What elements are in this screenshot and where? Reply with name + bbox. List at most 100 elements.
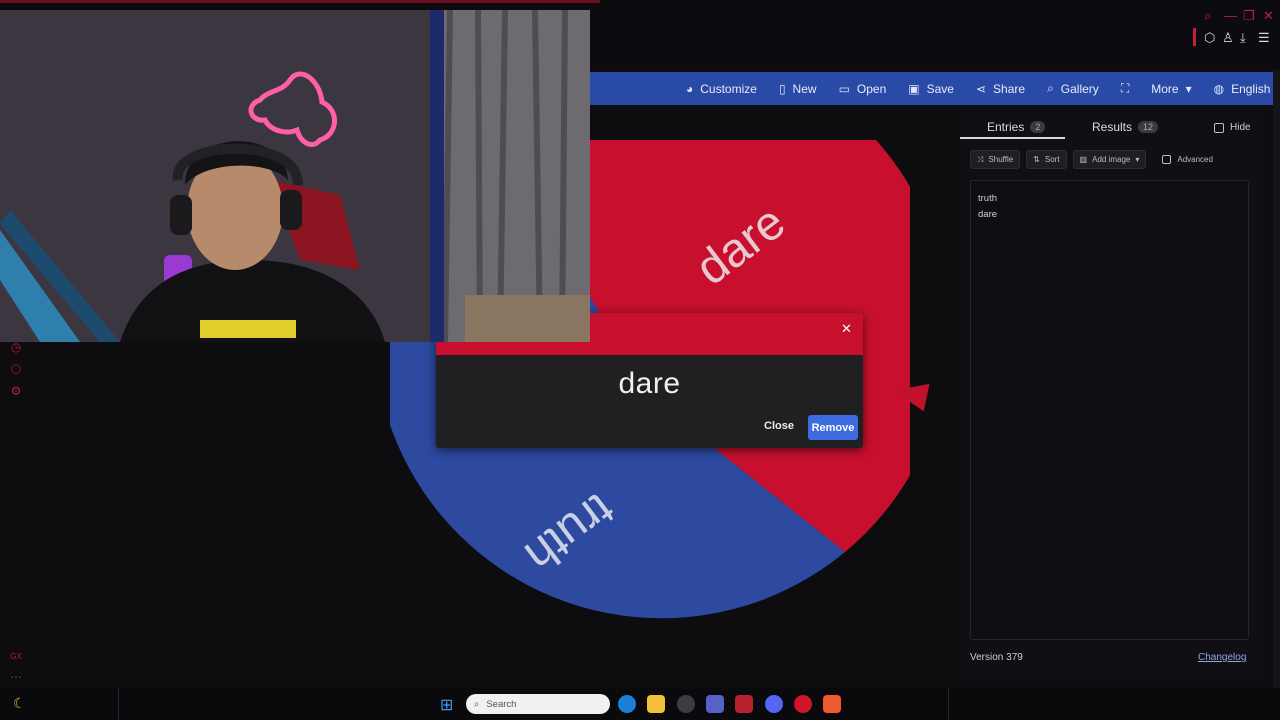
edge-icon[interactable] — [618, 695, 636, 713]
blue-light-edge — [430, 10, 444, 342]
discord-icon[interactable] — [765, 695, 783, 713]
advanced-checkbox[interactable] — [1162, 155, 1172, 164]
search-icon[interactable]: ⌕ — [1204, 8, 1211, 24]
image-icon: ▨ — [1079, 155, 1088, 164]
history-icon[interactable]: ◷ — [9, 340, 23, 354]
language-label: English — [1231, 81, 1271, 96]
globe-icon: ◍ — [1213, 81, 1225, 96]
accent-bar — [1193, 28, 1196, 46]
close-icon[interactable]: ✕ — [841, 321, 852, 337]
open-button[interactable]: ▭ Open — [839, 82, 887, 96]
save-label: Save — [926, 81, 954, 96]
more-icon[interactable]: ⋯ — [9, 670, 23, 684]
taskbar-search[interactable]: ⌕ Search — [466, 694, 610, 714]
restore-icon[interactable]: ❐ — [1243, 8, 1255, 24]
browser-sidebar: ◷ ⬡ ⚙ GX ⋯ — [0, 330, 32, 690]
changelog-link[interactable]: Changelog — [1198, 652, 1246, 663]
entries-count-badge: 2 — [1030, 121, 1046, 133]
fullscreen-icon: ⛶ — [1120, 81, 1130, 95]
open-label: Open — [856, 81, 887, 96]
share-button[interactable]: ⋖ Share — [976, 82, 1025, 96]
entry-item: dare — [978, 209, 998, 220]
brave-icon[interactable] — [823, 695, 841, 713]
gallery-button[interactable]: ⌕ Gallery — [1047, 81, 1099, 96]
app-navbar: ◕ Customize ▯ New ▭ Open ▣ Save ⋖ Share … — [590, 72, 1280, 105]
entry-item: truth — [978, 193, 998, 204]
entries-textarea[interactable]: truth dare — [970, 180, 1249, 640]
tab-entries-label: Entries — [987, 120, 1025, 134]
taskbar: ☾ ⊞ ⌕ Search — [0, 688, 1280, 720]
share-icon: ⋖ — [975, 81, 987, 96]
active-tab-indicator — [960, 137, 1065, 139]
windows-start-icon[interactable]: ⊞ — [440, 695, 453, 715]
close-button[interactable]: Close — [764, 420, 794, 432]
settings-icon[interactable]: ⚙ — [9, 384, 23, 398]
advanced-toggle[interactable]: Advanced — [1162, 155, 1213, 164]
menu-icon[interactable]: ☰ — [1258, 30, 1270, 46]
chevron-down-icon: ▾ — [1185, 81, 1192, 96]
app-icon[interactable] — [677, 695, 695, 713]
sort-button[interactable]: ⇅ Sort — [1026, 150, 1067, 169]
bed — [465, 295, 590, 342]
extensions-icon[interactable]: ⬡ — [1204, 30, 1215, 46]
more-label: More — [1151, 81, 1179, 96]
shuffle-button[interactable]: ⤨ Shuffle — [970, 150, 1021, 169]
webcam-overlay — [0, 10, 590, 342]
download-icon[interactable]: ⤓ — [1240, 30, 1246, 46]
palette-icon: ◕ — [686, 81, 694, 96]
headphone-cup-right — [280, 190, 302, 230]
fullscreen-button[interactable]: ⛶ — [1121, 81, 1129, 96]
shuffle-icon: ⤨ — [977, 154, 984, 164]
customize-label: Customize — [700, 81, 757, 96]
gx-logo-icon[interactable]: GX — [9, 650, 23, 664]
headphone-cup-left — [170, 195, 192, 235]
gallery-label: Gallery — [1060, 81, 1099, 96]
customize-button[interactable]: ◕ Customize — [686, 82, 757, 96]
add-image-button[interactable]: ▨ Add image ▾ — [1072, 150, 1147, 169]
minimize-icon[interactable]: — — [1224, 8, 1237, 23]
hide-checkbox[interactable] — [1214, 122, 1224, 133]
tab-results-label: Results — [1092, 120, 1133, 134]
taskbar-divider — [118, 688, 119, 720]
moon-icon[interactable]: ☾ — [13, 695, 26, 712]
taskbar-divider — [948, 688, 949, 720]
side-panel: Entries 2 Results 12 Hide ⤨ Shuffle ⇅ So… — [960, 112, 1265, 680]
scrollbar[interactable] — [1273, 70, 1280, 688]
save-button[interactable]: ▣ Save — [908, 82, 954, 96]
chevron-down-icon: ▾ — [1135, 155, 1140, 164]
search-icon: ⌕ — [474, 698, 480, 710]
add-image-label: Add image — [1092, 155, 1131, 164]
opera-gx-icon[interactable] — [794, 695, 812, 713]
sort-label: Sort — [1044, 155, 1060, 164]
accent-line — [0, 0, 600, 3]
folder-open-icon: ▭ — [838, 81, 850, 96]
remove-button[interactable]: Remove — [808, 415, 858, 440]
profile-icon[interactable]: ♙ — [1222, 30, 1234, 46]
teams-icon[interactable] — [706, 695, 724, 713]
tab-results[interactable]: Results 12 — [1092, 120, 1159, 134]
hide-toggle[interactable]: Hide — [1214, 122, 1251, 133]
new-label: New — [792, 81, 817, 96]
version-label: Version 379 — [970, 652, 1023, 663]
taskbar-search-placeholder: Search — [486, 698, 517, 710]
file-icon: ▯ — [778, 81, 786, 96]
sort-icon: ⇅ — [1033, 155, 1040, 164]
close-window-icon[interactable]: ✕ — [1263, 8, 1274, 24]
new-button[interactable]: ▯ New — [779, 82, 817, 96]
voicemeeter-icon[interactable] — [735, 695, 753, 713]
save-icon: ▣ — [908, 81, 920, 96]
tab-entries[interactable]: Entries 2 — [987, 120, 1046, 134]
results-count-badge: 12 — [1138, 121, 1159, 133]
share-label: Share — [993, 81, 1026, 96]
file-explorer-icon[interactable] — [647, 695, 665, 713]
search-icon: ⌕ — [1047, 81, 1054, 95]
extensions-sidebar-icon[interactable]: ⬡ — [9, 362, 23, 376]
shuffle-label: Shuffle — [988, 155, 1014, 164]
more-button[interactable]: More ▾ — [1151, 82, 1191, 96]
entries-toolbar: ⤨ Shuffle ⇅ Sort ▨ Add image ▾ Advanced — [970, 150, 1213, 169]
hide-label: Hide — [1230, 122, 1251, 133]
result-text: dare — [618, 367, 681, 400]
shirt-logo — [200, 320, 296, 338]
screen: ⌕ — ❐ ✕ ⬡ ♙ ⤓ ☰ ◷ ⬡ ⚙ GX ⋯ ◕ Customize ▯… — [0, 0, 1280, 720]
language-button[interactable]: ◍ English — [1214, 82, 1271, 96]
